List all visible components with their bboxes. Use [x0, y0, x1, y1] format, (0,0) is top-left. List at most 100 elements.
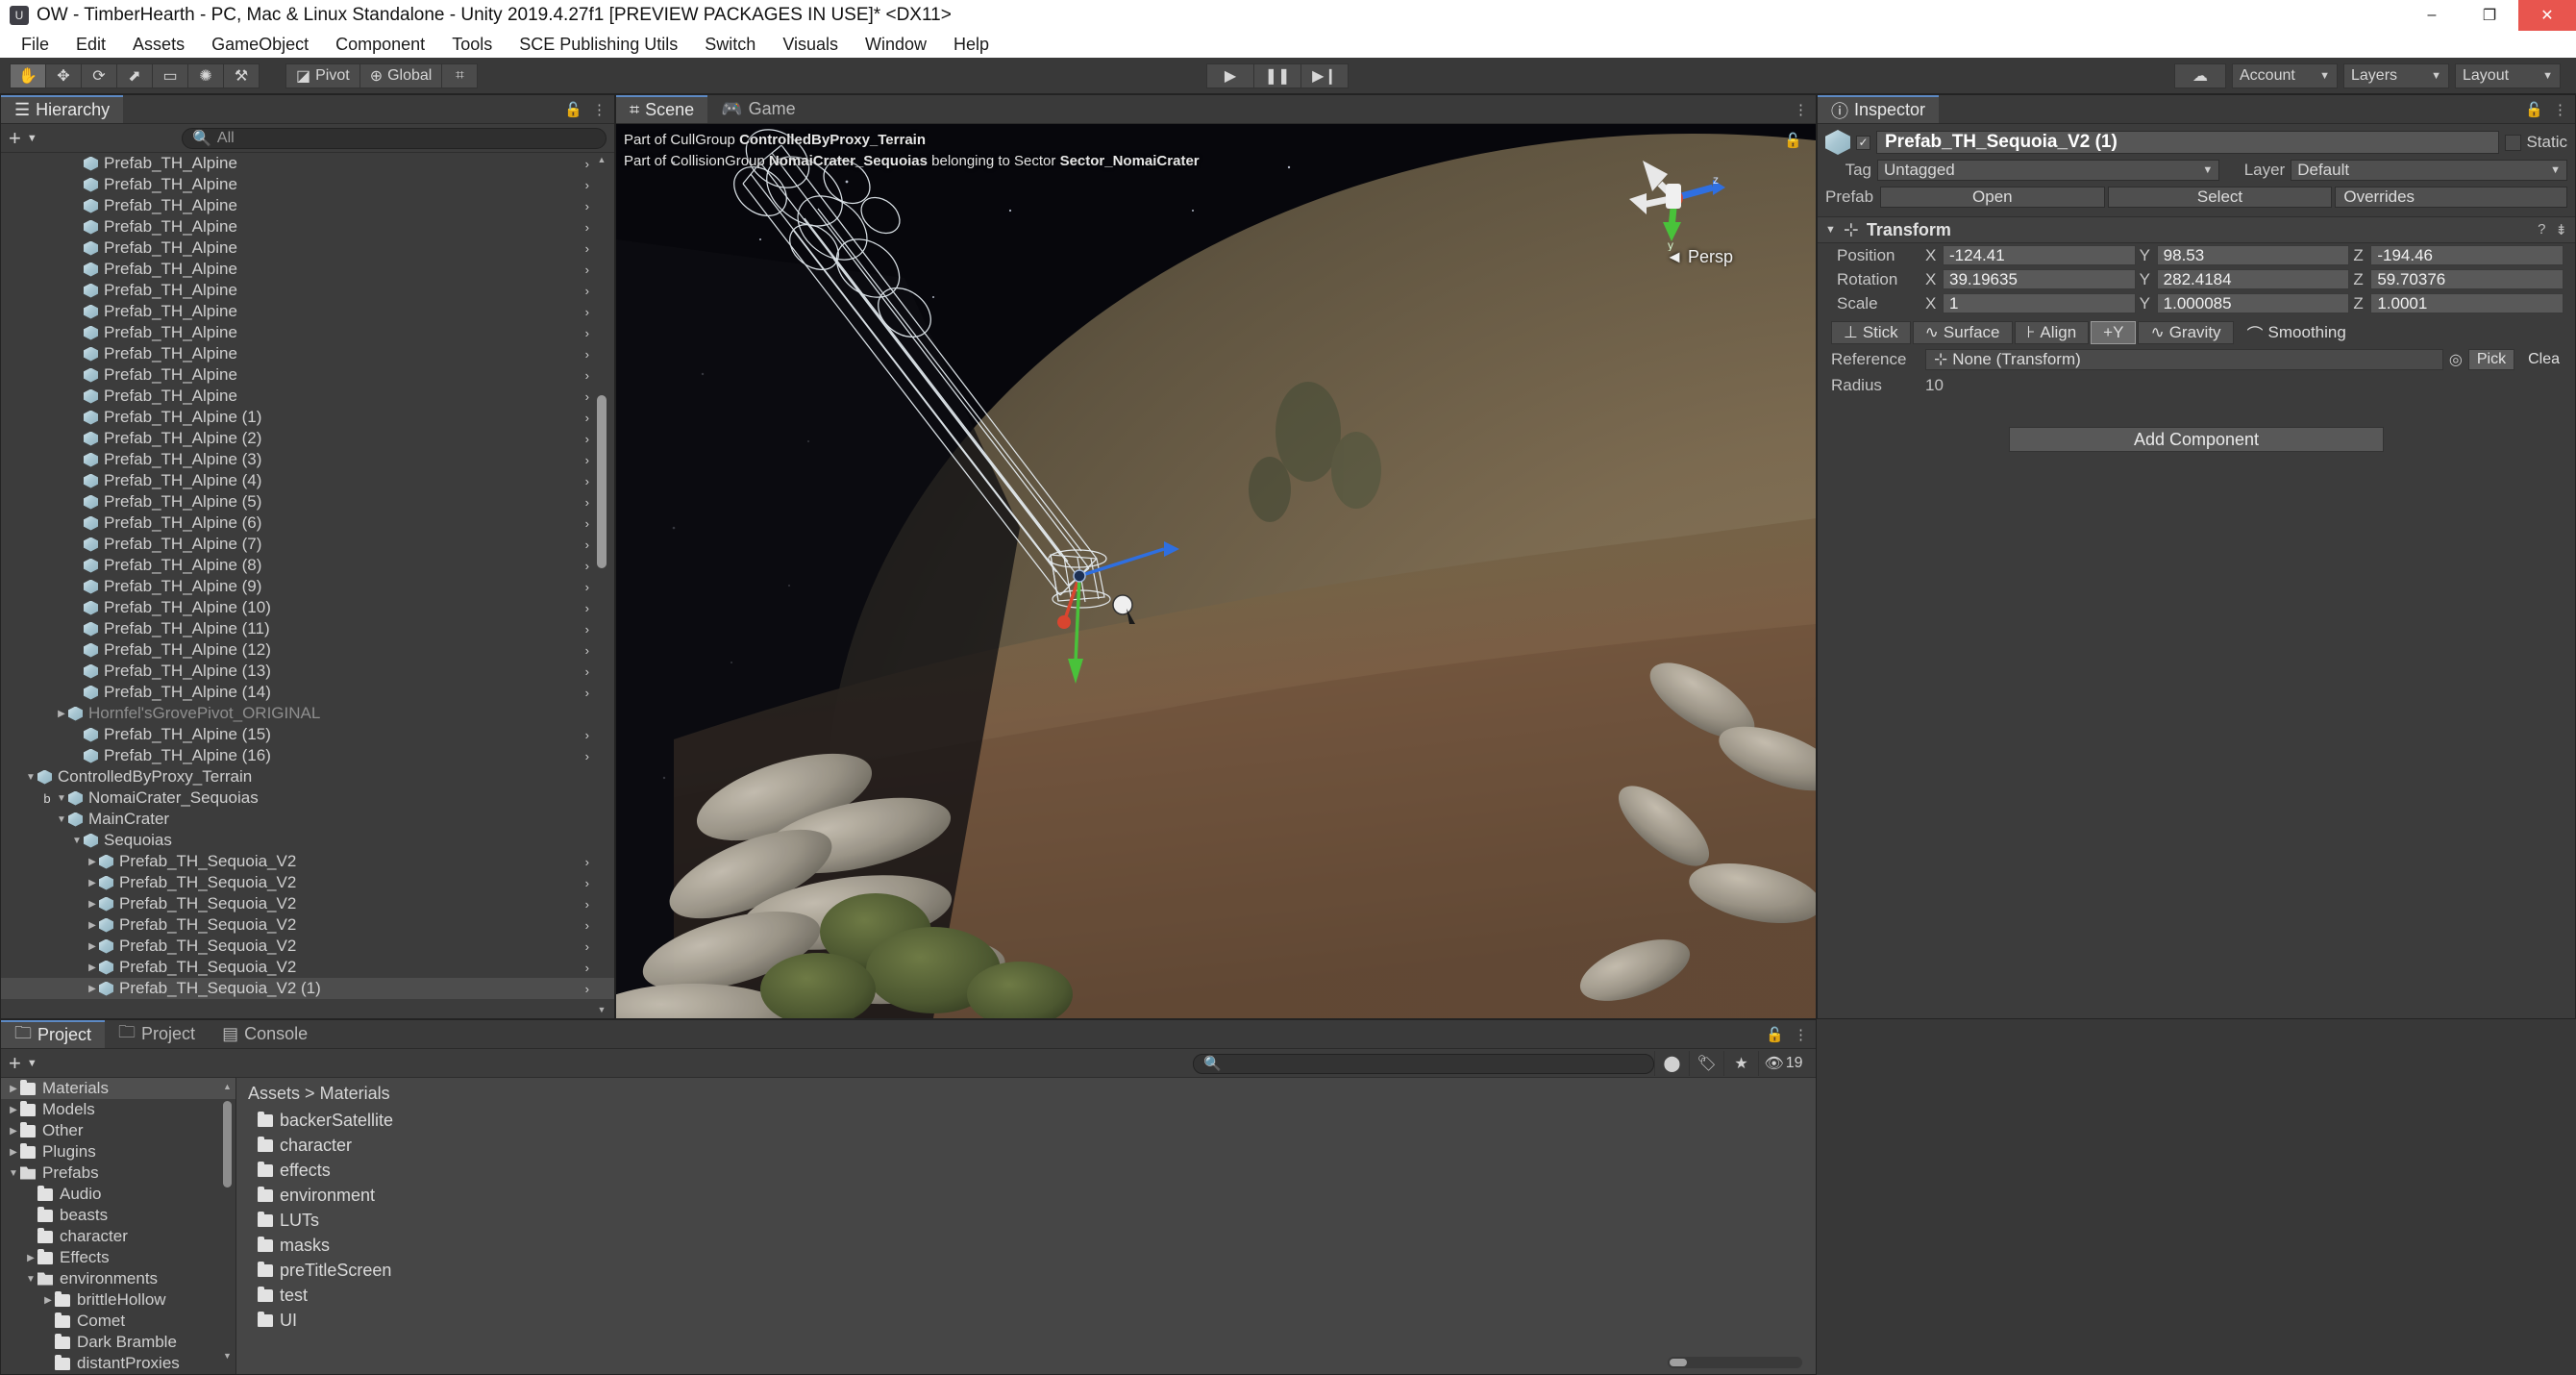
rotate-tool[interactable]: ⟳ — [81, 62, 117, 88]
kebab-menu-icon[interactable]: ⋮ — [592, 101, 607, 118]
hierarchy-row[interactable]: Prefab_TH_Alpine (11) › — [1, 618, 614, 639]
hierarchy-row[interactable]: Prefab_TH_Alpine (16) › — [1, 745, 614, 766]
kebab-menu-icon[interactable]: ⋮ — [1794, 101, 1808, 118]
asset-row[interactable]: effects — [236, 1158, 1816, 1183]
hierarchy-row[interactable]: ▶ Prefab_TH_Sequoia_V2 (1) › — [1, 978, 614, 999]
scale-x-input[interactable]: 1 — [1943, 293, 2136, 313]
asset-row[interactable]: LUTs — [236, 1208, 1816, 1233]
help-icon[interactable]: ? — [2538, 221, 2545, 238]
add-component-button[interactable]: Add Component — [2009, 427, 2384, 452]
chevron-right-icon[interactable]: › — [585, 453, 589, 467]
transform-component-header[interactable]: ▼ ⊹ Transform ? ⇟ — [1818, 216, 2575, 243]
foldout-arrow-icon[interactable]: ▶ — [86, 857, 99, 867]
foldout-arrow-icon[interactable]: ▶ — [7, 1084, 20, 1094]
asset-row[interactable]: backerSatellite — [236, 1108, 1816, 1133]
placement-tool-align[interactable]: ⊦ Align — [2014, 321, 2090, 344]
pick-button[interactable]: Pick — [2467, 349, 2515, 370]
maximize-button[interactable]: ❐ — [2461, 0, 2518, 31]
hierarchy-row[interactable]: Prefab_TH_Alpine › — [1, 364, 614, 386]
project-tree-row[interactable]: ▶ Materials — [1, 1078, 235, 1099]
hierarchy-row[interactable]: ▶ Prefab_TH_Sequoia_V2 › — [1, 957, 614, 978]
chevron-right-icon[interactable]: › — [585, 474, 589, 488]
scroll-up-arrow-icon[interactable]: ▲ — [223, 1082, 232, 1091]
hierarchy-row[interactable]: Prefab_TH_Alpine (8) › — [1, 555, 614, 576]
play-button[interactable]: ▶ — [1206, 62, 1254, 88]
chevron-right-icon[interactable]: › — [585, 749, 589, 763]
foldout-arrow-icon[interactable]: ▶ — [86, 984, 99, 994]
lock-icon[interactable]: 🔓 — [564, 101, 582, 118]
tab-scene[interactable]: ⌗ Scene — [616, 95, 708, 123]
scroll-down-arrow-icon[interactable]: ▼ — [597, 1005, 607, 1014]
hidden-packages-badge[interactable]: 👁 19 — [1758, 1051, 1808, 1076]
position-z-input[interactable]: -194.46 — [2370, 245, 2564, 265]
create-asset-button[interactable]: + — [9, 1052, 21, 1074]
hierarchy-row[interactable]: Prefab_TH_Alpine › — [1, 153, 614, 174]
chevron-right-icon[interactable]: › — [585, 305, 589, 319]
static-toggle[interactable]: Static — [2505, 133, 2567, 152]
chevron-right-icon[interactable]: › — [585, 157, 589, 171]
hierarchy-row[interactable]: ▶ Prefab_TH_Sequoia_V2 › — [1, 872, 614, 893]
hierarchy-row[interactable]: Prefab_TH_Alpine (15) › — [1, 724, 614, 745]
chevron-right-icon[interactable]: › — [585, 262, 589, 277]
hierarchy-row[interactable]: Prefab_TH_Alpine › — [1, 259, 614, 280]
placement-tool-gravity[interactable]: ∿ Gravity — [2138, 321, 2234, 344]
tab-inspector[interactable]: ⓘ Inspector — [1818, 95, 1940, 123]
foldout-arrow-icon[interactable]: ▶ — [24, 1253, 37, 1263]
lock-icon[interactable]: 🔓 — [1766, 1026, 1784, 1043]
hierarchy-row[interactable]: ▼ ControlledByProxy_Terrain — [1, 766, 614, 788]
scale-tool[interactable]: ⬈ — [116, 62, 153, 88]
foldout-arrow-icon[interactable]: ▶ — [86, 878, 99, 888]
prefab-open-button[interactable]: Open — [1880, 187, 2105, 208]
chevron-right-icon[interactable]: › — [585, 199, 589, 213]
chevron-right-icon[interactable]: › — [585, 559, 589, 573]
project-tree-row[interactable]: beasts — [1, 1205, 235, 1226]
chevron-right-icon[interactable]: › — [585, 220, 589, 235]
hierarchy-scrollbar[interactable]: ▲ ▼ — [597, 155, 607, 1014]
breadcrumb-root[interactable]: Assets — [248, 1084, 300, 1103]
hierarchy-row[interactable]: Prefab_TH_Alpine (9) › — [1, 576, 614, 597]
foldout-arrow-icon[interactable]: ▶ — [86, 899, 99, 910]
foldout-arrow-icon[interactable]: ▶ — [7, 1126, 20, 1137]
foldout-arrow-icon[interactable]: ▶ — [55, 709, 68, 719]
chevron-right-icon[interactable]: › — [585, 347, 589, 362]
project-asset-list[interactable]: Assets > Materials backerSatellite charac… — [236, 1078, 1816, 1374]
layer-dropdown[interactable]: Default ▼ — [2291, 160, 2567, 181]
clear-button[interactable]: Clea — [2520, 349, 2567, 370]
hierarchy-row[interactable]: Prefab_TH_Alpine › — [1, 322, 614, 343]
scale-y-input[interactable]: 1.000085 — [2156, 293, 2350, 313]
chevron-right-icon[interactable]: › — [585, 664, 589, 679]
chevron-right-icon[interactable]: › — [585, 982, 589, 996]
snap-settings-button[interactable]: ⌗ — [441, 62, 479, 88]
chevron-right-icon[interactable]: › — [585, 876, 589, 890]
menu-item-edit[interactable]: Edit — [62, 35, 119, 55]
hierarchy-row[interactable]: b ▼ NomaiCrater_Sequoias — [1, 788, 614, 809]
minimize-button[interactable]: – — [2403, 0, 2461, 31]
position-x-input[interactable]: -124.41 — [1943, 245, 2136, 265]
prefab-overrides-button[interactable]: Overrides — [2335, 187, 2568, 208]
placement-tool-surface[interactable]: ∿ Surface — [1912, 321, 2013, 344]
asset-row[interactable]: environment — [236, 1183, 1816, 1208]
layers-dropdown[interactable]: Layers ▼ — [2343, 62, 2449, 88]
project-tree-row[interactable]: distantProxies — [1, 1353, 235, 1374]
chevron-right-icon[interactable]: › — [585, 855, 589, 869]
hand-tool[interactable]: ✋ — [10, 62, 46, 88]
chevron-right-icon[interactable]: › — [585, 178, 589, 192]
tab-project-0[interactable]: 🗀 Project — [1, 1020, 106, 1048]
static-checkbox[interactable] — [2505, 134, 2522, 151]
search-by-label-button[interactable]: 🏷 — [1689, 1051, 1723, 1076]
hierarchy-row[interactable]: Prefab_TH_Alpine (5) › — [1, 491, 614, 512]
chevron-right-icon[interactable]: › — [585, 686, 589, 700]
hierarchy-row[interactable]: Prefab_TH_Alpine (10) › — [1, 597, 614, 618]
pivot-toggle-button[interactable]: ◪ Pivot — [285, 62, 360, 88]
transform-tool[interactable]: ✺ — [187, 62, 224, 88]
prefab-select-button[interactable]: Select — [2107, 187, 2333, 208]
project-tree-row[interactable]: ▶ Other — [1, 1120, 235, 1141]
target-picker-icon[interactable]: ◎ — [2449, 350, 2463, 369]
hierarchy-scroll-thumb[interactable] — [597, 395, 607, 568]
project-tree-row[interactable]: ▶ Plugins — [1, 1141, 235, 1162]
tab-project-1[interactable]: 🗀 Project — [105, 1020, 210, 1048]
hierarchy-row[interactable]: ▶ Hornfel'sGrovePivot_ORIGINAL — [1, 703, 614, 724]
foldout-arrow-icon[interactable]: ▶ — [7, 1105, 20, 1115]
chevron-right-icon[interactable]: › — [585, 728, 589, 742]
preset-icon[interactable]: ⇟ — [2555, 221, 2567, 238]
